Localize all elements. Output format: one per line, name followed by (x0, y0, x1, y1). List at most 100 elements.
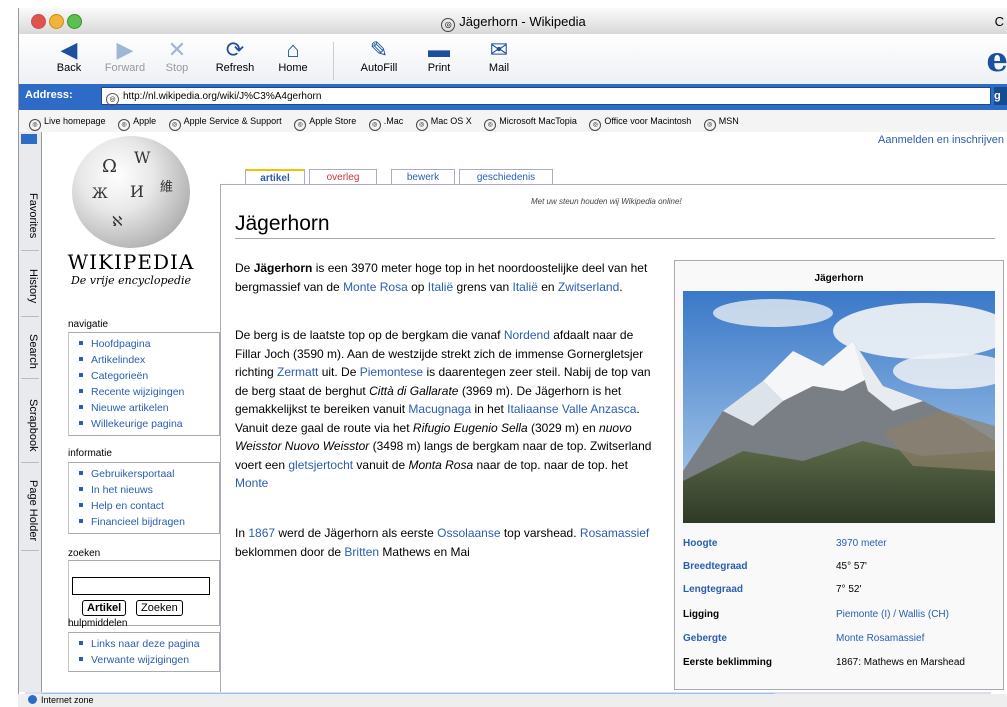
stop-x-icon: ✕ (167, 37, 187, 62)
explorer-bar-toggle[interactable] (21, 134, 37, 144)
portlet-heading-hulpmiddelen: hulpmiddelen (68, 618, 128, 629)
body-text: naar de top. naar de top. het (473, 457, 628, 472)
body-text: De (235, 261, 254, 275)
address-bar: Address: ◎ http://nl.wikipedia.org/wiki/J… (19, 84, 1007, 110)
search-button[interactable]: Zoeken (136, 600, 183, 616)
article-link[interactable]: Piemontese (360, 365, 423, 379)
back-button[interactable]: ◀ Back (41, 37, 97, 75)
info-link[interactable]: Financieel bijdragen (69, 514, 219, 530)
page-title: Jägerhorn (235, 212, 330, 235)
body-text: Mathews en Mai (379, 544, 470, 559)
body-text: In (235, 526, 249, 540)
toolbar-separator (333, 42, 334, 80)
address-input[interactable]: ◎ http://nl.wikipedia.org/wiki/J%C3%A4ger… (101, 87, 991, 106)
nav-link[interactable]: Recente wijzigingen (69, 384, 219, 400)
tab-geschiedenis[interactable]: geschiedenis (459, 169, 553, 185)
article-link[interactable]: Zermatt (277, 365, 318, 379)
article-link[interactable]: Ossolaanse (437, 526, 500, 540)
forward-button[interactable]: ▶ Forward (97, 38, 153, 75)
tab-favorites[interactable]: Favorites (21, 182, 39, 251)
mountain-photo[interactable] (683, 291, 995, 523)
stop-button[interactable]: ✕ Stop (149, 37, 205, 75)
infobox-row-lengtegraad: Lengtegraad 7° 52' (683, 584, 862, 595)
article-link[interactable]: Monte (235, 476, 268, 490)
article-link[interactable]: Zwitserland (558, 280, 619, 294)
tab-search[interactable]: Search (21, 324, 39, 379)
favorite-mac-os-x[interactable]: ◎ Mac OS X (415, 110, 472, 132)
article-link[interactable]: 1867 (248, 526, 275, 540)
portlet-heading-informatie: informatie (68, 448, 112, 459)
article-link[interactable]: Monte Rosa (343, 280, 408, 294)
go-button[interactable]: g (994, 87, 1007, 105)
article-link[interactable]: gletsjertocht (288, 458, 353, 472)
tab-history[interactable]: History (21, 256, 39, 317)
portlet-heading-navigatie: navigatie (68, 319, 109, 330)
tool-link[interactable]: Links naar deze pagina (69, 636, 219, 652)
favorite-globe-icon: ◎ (589, 119, 602, 131)
title-bar: ◎ Jägerhorn - Wikipedia C (19, 8, 1007, 35)
autofill-button[interactable]: ✎ AutoFill (351, 38, 407, 75)
info-link[interactable]: Help en contact (69, 498, 219, 514)
article-link[interactable]: Rosamassief (580, 526, 649, 540)
body-text: top varshead. (500, 526, 580, 540)
article-link[interactable]: Nordend (504, 328, 550, 342)
body-text: in het (471, 402, 508, 416)
back-arrow-icon: ◀ (60, 37, 78, 62)
status-zone-text: Internet zone (41, 695, 94, 705)
titlebar-right-fragment: C (994, 14, 1004, 29)
wikipedia-logo[interactable]: Ω W Ж И 維 ℵ WIKIPEDIA De vrije encyclope… (56, 136, 206, 296)
portlet-navigatie: Hoofdpagina Artikelindex Categorieën Rec… (68, 332, 220, 436)
info-link[interactable]: Gebruikersportaal (69, 466, 219, 482)
body-text: beklommen door de (235, 544, 345, 559)
favorite-apple-service[interactable]: ◎ Apple Service & Support (168, 110, 282, 132)
tab-overleg[interactable]: overleg (309, 169, 377, 185)
favorite-apple[interactable]: ◎ Apple (118, 110, 156, 132)
wikipedia-wordmark: WIKIPEDIA (67, 250, 195, 274)
article-paragraph-2: De berg is de laatste top op de bergkam … (235, 326, 655, 493)
article-button[interactable]: Artikel (82, 600, 127, 616)
print-icon: ▬ (428, 37, 450, 62)
infobox-row-eerste-beklimming: Eerste beklimming 1867: Mathews en Marshe… (683, 657, 965, 668)
tool-link[interactable]: Verwante wijzigingen (69, 652, 219, 668)
italic-text: Città di Gallarate (369, 383, 459, 398)
nav-link[interactable]: Hoofdpagina (69, 336, 219, 352)
search-input[interactable] (72, 577, 210, 595)
portlet-heading-zoeken: zoeken (68, 548, 101, 559)
infobox: Jägerhorn Hoogte 3970 meter Breedtegraad… (674, 260, 1004, 690)
title-divider (235, 238, 995, 239)
nav-link[interactable]: Artikelindex (69, 352, 219, 368)
tab-scrapbook[interactable]: Scrapbook (21, 388, 39, 463)
article-link[interactable]: Britten (344, 545, 379, 559)
favorite-globe-icon: ◎ (368, 119, 381, 131)
favorite-mac[interactable]: ◎ .Mac (368, 110, 403, 132)
article-link[interactable]: Italië (513, 280, 538, 294)
favorite-office-macintosh[interactable]: ◎ Office voor Macintosh (589, 110, 691, 132)
article-link[interactable]: Italië (428, 280, 453, 294)
site-tagline: Met uw steun houden wij Wikipedia online… (531, 197, 682, 206)
article-link[interactable]: Macugnaga (408, 402, 471, 416)
tab-bewerk[interactable]: bewerk (391, 169, 455, 185)
favorite-apple-store[interactable]: ◎ Apple Store (294, 110, 356, 132)
refresh-button[interactable]: ⟳ Refresh (207, 38, 263, 75)
body-text: uit. De (318, 365, 360, 379)
favorite-msn[interactable]: ◎ MSN (703, 110, 739, 132)
print-button[interactable]: ▬ Print (411, 37, 467, 75)
body-text: (3029 m) en (527, 420, 600, 435)
address-label: Address: (25, 89, 73, 101)
page-globe-icon: ◎ (106, 93, 119, 106)
bold-text: Jägerhorn (253, 261, 313, 275)
login-link[interactable]: Aanmelden en inschrijven (878, 134, 1004, 146)
nav-link[interactable]: Willekeurige pagina (69, 416, 219, 432)
article-link[interactable]: Italiaanse Valle Anzasca (507, 402, 636, 416)
tab-page-holder[interactable]: Page Holder (21, 472, 39, 551)
nav-link[interactable]: Categorieën (69, 368, 219, 384)
internet-zone-icon (28, 695, 37, 704)
info-link[interactable]: In het nieuws (69, 482, 219, 498)
mail-button[interactable]: ✉ Mail (471, 38, 527, 75)
home-button[interactable]: ⌂ Home (265, 38, 321, 75)
favorite-globe-icon: ◎ (484, 119, 497, 131)
favorite-live-homepage[interactable]: ◎ Live homepage (29, 110, 106, 132)
favorite-microsoft-mactopia[interactable]: ◎ Microsoft MacTopia (484, 110, 577, 132)
nav-link[interactable]: Nieuwe artikelen (69, 400, 219, 416)
ie-logo-icon: e (986, 40, 1007, 80)
